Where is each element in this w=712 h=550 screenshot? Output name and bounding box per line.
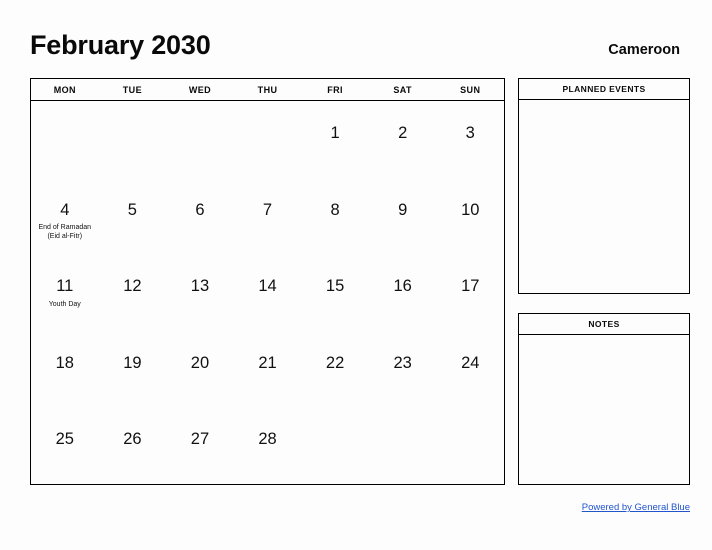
day-cell[interactable]: 25 <box>31 407 99 484</box>
day-number: 22 <box>325 353 345 372</box>
day-number: 15 <box>325 277 345 296</box>
day-number: 23 <box>393 353 412 372</box>
day-event-label: Youth Day <box>48 300 81 308</box>
day-cell[interactable]: 15 <box>301 254 369 331</box>
week-row: 1 2 3 <box>31 101 504 178</box>
day-number: 9 <box>398 200 408 219</box>
day-cell-empty <box>369 407 437 484</box>
weekday-tue: TUE <box>122 84 142 95</box>
day-cell[interactable]: 16 <box>369 254 437 331</box>
day-number: 1 <box>330 124 340 142</box>
day-number: 7 <box>262 200 273 219</box>
day-cell[interactable]: 11 Youth Day <box>31 254 99 331</box>
day-cell[interactable]: 23 <box>369 331 437 408</box>
day-number: 17 <box>461 277 480 296</box>
day-cell[interactable]: 27 <box>166 407 234 484</box>
day-number: 11 <box>56 277 74 296</box>
footer: Powered by General Blue <box>518 497 690 515</box>
day-number: 6 <box>195 200 205 219</box>
page-title: February 2030 <box>30 30 211 60</box>
weekday-thu: THU <box>257 84 278 95</box>
notes-panel: NOTES <box>518 313 690 485</box>
day-number: 5 <box>127 200 137 219</box>
planned-events-body[interactable] <box>519 100 689 293</box>
country-label: Cameroon <box>608 42 680 58</box>
page-header: February 2030 Cameroon <box>30 32 680 70</box>
notes-title: NOTES <box>519 314 689 335</box>
day-cell[interactable]: 4 End of Ramadan (Eid al-Fitr) <box>31 178 99 255</box>
day-cell[interactable]: 10 <box>436 178 504 255</box>
day-cell[interactable]: 8 <box>301 178 369 255</box>
day-cell[interactable]: 28 <box>234 407 302 484</box>
day-number: 19 <box>123 353 142 372</box>
day-cell-empty <box>99 101 167 178</box>
day-cell[interactable]: 20 <box>166 331 234 408</box>
day-cell-empty <box>166 101 234 178</box>
weekday-sun: SUN <box>460 84 481 95</box>
day-number: 18 <box>55 353 74 372</box>
day-event-label: End of Ramadan (Eid al-Fitr) <box>38 224 92 241</box>
weekday-mon: MON <box>53 84 76 95</box>
day-number: 13 <box>190 277 210 296</box>
day-number: 21 <box>258 353 277 372</box>
day-cell[interactable]: 9 <box>369 178 437 255</box>
day-cell-empty <box>31 101 99 178</box>
weekday-fri: FRI <box>327 84 343 95</box>
week-row: 25 26 27 28 <box>31 407 504 484</box>
day-number: 16 <box>393 277 412 296</box>
day-cell[interactable]: 13 <box>166 254 234 331</box>
day-cell[interactable]: 17 <box>436 254 504 331</box>
day-cell[interactable]: 1 <box>301 101 369 178</box>
day-number: 12 <box>123 277 142 296</box>
day-number: 10 <box>461 200 480 219</box>
planned-events-panel: PLANNED EVENTS <box>518 78 690 294</box>
day-cell[interactable]: 24 <box>436 331 504 408</box>
day-cell-empty <box>436 407 504 484</box>
calendar-grid: MON TUE WED THU FRI SAT SUN 1 2 3 4 End of Ramadan… <box>30 78 505 485</box>
day-cell[interactable]: 6 <box>166 178 234 255</box>
day-number: 24 <box>461 353 480 372</box>
planned-events-title: PLANNED EVENTS <box>519 79 689 100</box>
day-cell[interactable]: 21 <box>234 331 302 408</box>
day-cell[interactable]: 26 <box>99 407 167 484</box>
day-cell[interactable]: 18 <box>31 331 99 408</box>
day-number: 25 <box>55 430 74 449</box>
week-row: 4 End of Ramadan (Eid al-Fitr) 5 6 7 8 9 10 <box>31 178 504 255</box>
day-cell[interactable]: 2 <box>369 101 437 178</box>
day-cell[interactable]: 22 <box>301 331 369 408</box>
day-number: 8 <box>330 200 340 219</box>
day-number: 27 <box>190 430 210 449</box>
day-cell[interactable]: 3 <box>436 101 504 178</box>
day-cell[interactable]: 14 <box>234 254 302 331</box>
day-cell[interactable]: 5 <box>99 178 167 255</box>
day-number: 4 <box>60 200 70 219</box>
weekday-header-row: MON TUE WED THU FRI SAT SUN <box>31 79 504 101</box>
weekday-wed: WED <box>188 84 212 95</box>
day-cell[interactable]: 12 <box>99 254 167 331</box>
day-number: 28 <box>258 430 277 449</box>
day-number: 3 <box>465 124 475 142</box>
day-cell[interactable]: 19 <box>99 331 167 408</box>
notes-body[interactable] <box>519 335 689 484</box>
day-cell[interactable]: 7 <box>234 178 302 255</box>
powered-by-link[interactable]: Powered by General Blue <box>582 502 690 513</box>
day-number: 14 <box>258 277 277 296</box>
day-number: 26 <box>123 430 142 449</box>
calendar-weeks: 1 2 3 4 End of Ramadan (Eid al-Fitr) 5 6 7 8 9 10 1… <box>31 101 504 484</box>
day-cell-empty <box>234 101 302 178</box>
week-row: 18 19 20 21 22 23 24 <box>31 331 504 408</box>
weekday-sat: SAT <box>393 84 412 95</box>
day-number: 20 <box>190 353 210 372</box>
day-number: 2 <box>398 124 408 142</box>
day-cell-empty <box>301 407 369 484</box>
week-row: 11 Youth Day 12 13 14 15 16 17 <box>31 254 504 331</box>
